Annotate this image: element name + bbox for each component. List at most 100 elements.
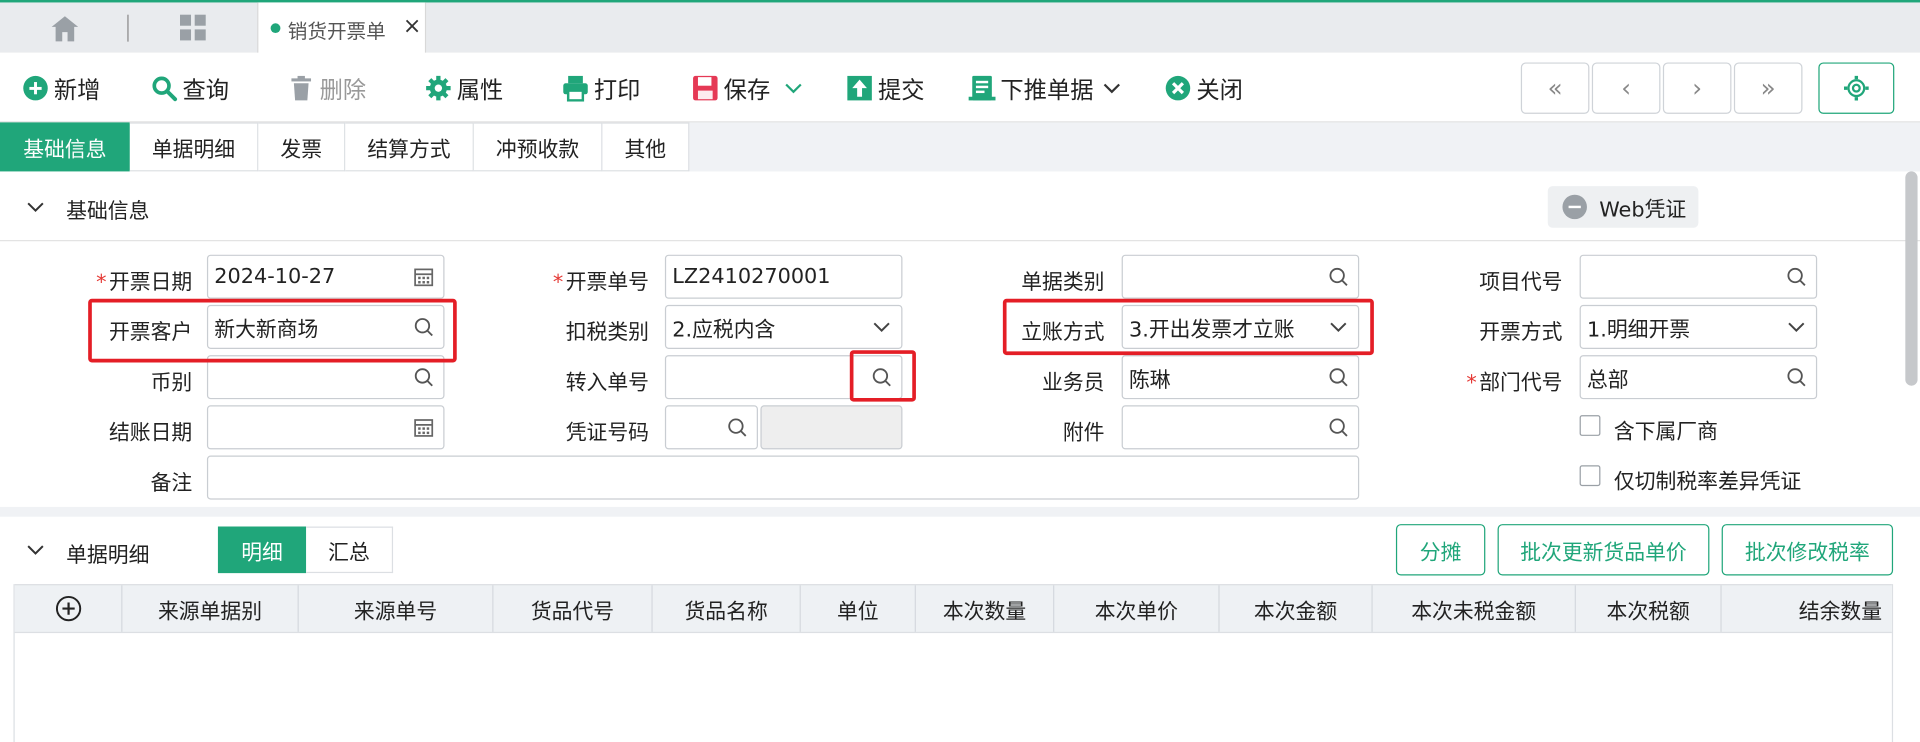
column-header[interactable]: 本次未税金额 (1373, 585, 1576, 632)
currency-field[interactable] (206, 355, 445, 400)
app-grid-icon[interactable] (179, 13, 208, 42)
posting-method-select[interactable]: 3.开出发票才立账 (1121, 304, 1360, 349)
salesperson-field[interactable]: 陈琳 (1121, 355, 1360, 400)
tab-prepayment-offset[interactable]: 冲预收款 (473, 122, 603, 172)
tab-settlement[interactable]: 结算方式 (345, 122, 474, 172)
tab-sales-invoice[interactable]: 销货开票单 × (257, 2, 427, 56)
search-icon[interactable] (726, 416, 748, 438)
batch-update-price-button[interactable]: 批次更新货品单价 (1497, 524, 1710, 576)
details-panel: 单据明细 明细 汇总 分摊 批次更新货品单价 批次修改税率 来源单据别 来源单号… (0, 516, 1920, 742)
currency-label: 币别 (150, 371, 193, 396)
search-icon[interactable] (1327, 266, 1349, 288)
tab-invoice[interactable]: 发票 (258, 122, 346, 172)
posting-method-label: 立账方式 (1021, 320, 1105, 346)
chevron-down-icon[interactable] (1327, 316, 1349, 338)
close-circle-icon (1165, 75, 1191, 101)
home-icon[interactable] (49, 13, 81, 42)
push-down-button[interactable]: 下推单据 (968, 71, 1121, 105)
query-button[interactable]: 查询 (151, 71, 229, 105)
transfer-no-field[interactable] (664, 355, 903, 400)
close-tab-icon[interactable]: × (403, 13, 421, 39)
chevron-down-icon[interactable] (785, 80, 802, 97)
web-voucher-button[interactable]: Web凭证 (1547, 186, 1699, 228)
search-icon[interactable] (1327, 366, 1349, 388)
submit-button[interactable]: 提交 (846, 71, 925, 105)
tax-type-select[interactable]: 2.应税内含 (664, 304, 903, 349)
customer-label: 开票客户 (108, 320, 193, 346)
save-label: 保存 (723, 76, 771, 104)
search-icon[interactable] (871, 366, 893, 388)
calendar-icon[interactable] (413, 416, 435, 438)
column-header[interactable]: 单位 (801, 585, 916, 632)
summary-view-button[interactable]: 汇总 (306, 526, 394, 574)
plus-circle-icon (23, 75, 48, 101)
chevron-down-icon[interactable] (1103, 80, 1120, 97)
search-icon[interactable] (1327, 416, 1349, 438)
column-header[interactable]: 本次金额 (1220, 585, 1373, 632)
include-sub-vendor-checkbox[interactable] (1579, 415, 1601, 436)
next-record-button[interactable]: › (1662, 62, 1732, 114)
invoice-date-field[interactable]: 2024-10-27 (206, 254, 445, 299)
chevron-right-icon: › (1692, 73, 1703, 103)
column-header[interactable]: 来源单号 (299, 585, 494, 632)
settings-button[interactable] (1818, 62, 1895, 114)
vertical-scrollbar[interactable] (1905, 171, 1918, 386)
doc-type-label: 单据类别 (1021, 270, 1105, 296)
batch-edit-tax-button[interactable]: 批次修改税率 (1721, 524, 1894, 576)
delete-button[interactable]: 删除 (288, 71, 366, 105)
only-tax-diff-checkbox[interactable] (1579, 465, 1601, 487)
column-header[interactable]: 本次数量 (916, 585, 1055, 632)
collapse-chevron-icon[interactable] (27, 198, 44, 215)
add-button[interactable]: 新增 (22, 71, 100, 105)
remark-field[interactable] (206, 455, 1360, 500)
chevron-down-icon[interactable] (1785, 316, 1807, 338)
search-icon[interactable] (413, 366, 435, 388)
last-record-button[interactable]: » (1733, 62, 1803, 114)
first-record-button[interactable]: « (1520, 62, 1590, 114)
minus-circle-icon (1562, 194, 1587, 220)
close-date-field[interactable] (206, 405, 445, 450)
properties-button[interactable]: 属性 (425, 71, 503, 105)
voucher-no-field[interactable] (664, 405, 758, 450)
customer-field[interactable]: 新大新商场 (206, 304, 445, 349)
search-icon[interactable] (413, 316, 435, 338)
tax-type-label: 扣税类别 (565, 320, 649, 346)
window-tab-strip: 销货开票单 × (0, 0, 1920, 56)
tab-other[interactable]: 其他 (602, 122, 690, 172)
add-label: 新增 (53, 76, 101, 104)
doc-type-field[interactable] (1121, 254, 1360, 299)
chevron-down-icon[interactable] (871, 316, 893, 338)
column-header[interactable]: 货品名称 (653, 585, 801, 632)
tab-basic-info[interactable]: 基础信息 (0, 122, 130, 172)
voucher-no-label: 凭证号码 (565, 421, 649, 446)
only-tax-diff-label: 仅切制税率差异凭证 (1613, 470, 1802, 495)
dept-code-field[interactable]: 总部 (1579, 355, 1818, 400)
column-header[interactable]: 结余数量 (1722, 585, 1892, 632)
print-button[interactable]: 打印 (562, 71, 640, 105)
invoice-method-select[interactable]: 1.明细开票 (1579, 304, 1818, 349)
close-button[interactable]: 关闭 (1164, 71, 1243, 105)
table-header: 来源单据别 来源单号 货品代号 货品名称 单位 本次数量 本次单价 本次金额 本… (14, 584, 1892, 634)
transfer-no-label: 转入单号 (565, 371, 649, 396)
column-header[interactable]: 本次单价 (1054, 585, 1220, 632)
search-icon[interactable] (1785, 266, 1807, 288)
attachment-field[interactable] (1121, 405, 1360, 450)
column-header[interactable]: 货品代号 (493, 585, 653, 632)
detail-view-button[interactable]: 明细 (217, 526, 307, 574)
project-code-field[interactable] (1579, 254, 1818, 299)
tab-doc-details[interactable]: 单据明细 (129, 122, 259, 172)
save-button[interactable]: 保存 (692, 71, 802, 105)
upload-icon (847, 75, 872, 101)
add-row-icon[interactable] (54, 595, 81, 622)
column-header[interactable]: 来源单据别 (122, 585, 299, 632)
column-header[interactable]: 本次税额 (1576, 585, 1722, 632)
search-icon[interactable] (1785, 366, 1807, 388)
allocate-button[interactable]: 分摊 (1395, 524, 1486, 576)
app-window: 销货开票单 × 新增 查询 删除 属性 打印 保存 提交 下推单据 关闭 « ‹… (0, 0, 1920, 742)
prev-record-button[interactable]: ‹ (1591, 62, 1661, 114)
collapse-chevron-icon[interactable] (27, 541, 44, 558)
calendar-icon[interactable] (413, 266, 435, 288)
invoice-no-field[interactable]: LZ2410270001 (664, 254, 903, 299)
add-row-cell (15, 585, 123, 632)
detail-table: 来源单据别 来源单号 货品代号 货品名称 单位 本次数量 本次单价 本次金额 本… (13, 584, 1894, 742)
